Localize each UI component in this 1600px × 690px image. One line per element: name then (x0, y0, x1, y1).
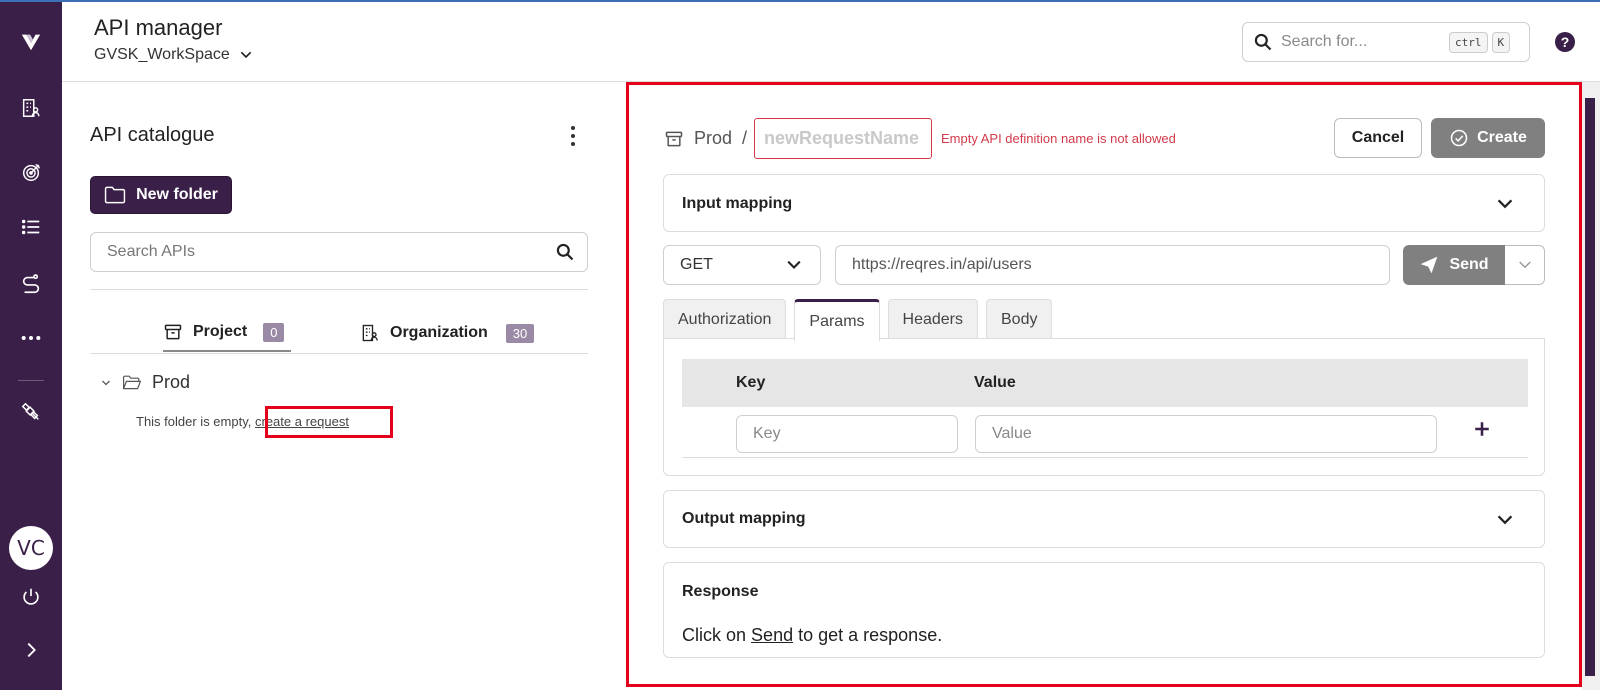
chevron-down-icon[interactable] (100, 377, 112, 389)
divider (90, 353, 588, 354)
folder-name: Prod (152, 372, 191, 392)
chevron-down-icon (240, 51, 252, 59)
highlight-box (626, 82, 1582, 687)
folder-tree-item-prod[interactable]: Prod (100, 372, 190, 393)
api-search-input[interactable] (107, 243, 555, 261)
more-icon[interactable] (0, 318, 62, 358)
highlight-box (265, 406, 393, 438)
logo-icon[interactable] (0, 22, 62, 62)
scrollbar[interactable] (1582, 82, 1600, 690)
organization-icon[interactable] (0, 88, 62, 128)
workspace-name: GVSK_WorkSpace (94, 46, 230, 63)
shortcut-key-ctrl: ctrl (1449, 31, 1488, 53)
global-search[interactable]: ctrl K (1242, 22, 1530, 62)
app-title: API manager (94, 15, 223, 40)
organization-count-badge: 30 (505, 323, 535, 343)
new-folder-label: New folder (136, 186, 218, 203)
sidebar-divider (18, 380, 44, 381)
tab-project-label: Project (193, 323, 248, 340)
satellite-icon[interactable] (0, 392, 62, 432)
catalogue-title: API catalogue (90, 124, 215, 146)
tab-organization[interactable]: Organization 30 (360, 318, 535, 352)
new-folder-button[interactable]: New folder (90, 176, 232, 214)
power-icon[interactable] (0, 577, 62, 617)
empty-folder-text: This folder is empty, (136, 414, 252, 429)
target-icon[interactable] (0, 152, 62, 192)
kebab-menu-icon[interactable] (566, 124, 580, 148)
workspace-selector[interactable]: GVSK_WorkSpace (94, 46, 254, 64)
tab-params[interactable]: Params (794, 299, 880, 341)
shortcut-key-k: K (1491, 31, 1511, 53)
help-icon[interactable]: ? (1555, 32, 1575, 52)
project-count-badge: 0 (263, 322, 285, 342)
scrollbar-thumb[interactable] (1585, 98, 1595, 676)
folder-icon (104, 186, 126, 204)
sidebar: VC (0, 2, 62, 690)
list-icon[interactable] (0, 207, 62, 247)
organization-icon (362, 324, 378, 342)
tab-organization-label: Organization (390, 324, 488, 341)
folder-open-icon (122, 375, 142, 389)
app-header: API manager GVSK_WorkSpace ctrl K ? (62, 2, 1600, 82)
api-search[interactable] (90, 232, 588, 272)
expand-icon[interactable] (0, 630, 62, 670)
global-search-input[interactable] (1281, 33, 1449, 51)
archive-icon (164, 324, 182, 340)
search-icon[interactable] (555, 242, 575, 262)
tab-project[interactable]: Project 0 (163, 318, 291, 352)
avatar[interactable]: VC (9, 526, 53, 570)
route-icon[interactable] (0, 264, 62, 304)
divider (90, 289, 588, 290)
search-icon (1254, 33, 1272, 51)
